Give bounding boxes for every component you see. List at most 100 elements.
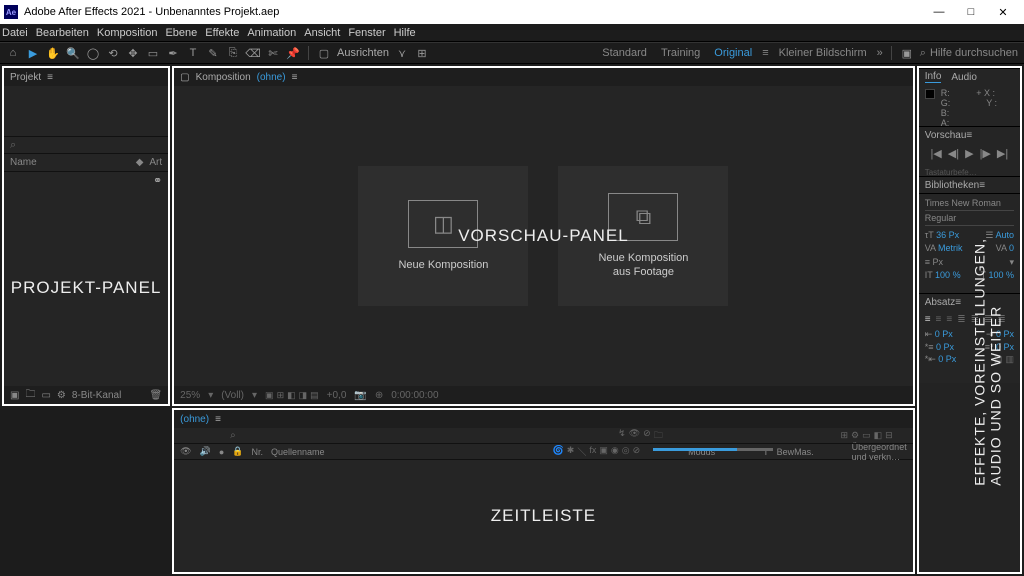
project-col-name[interactable]: Name: [10, 157, 37, 168]
first-frame-icon[interactable]: |◀: [930, 147, 941, 160]
indent-left[interactable]: 0 Px: [935, 329, 953, 339]
text-tool-icon[interactable]: T: [186, 46, 200, 60]
zoom-value[interactable]: 25%: [180, 390, 200, 401]
align-center-icon[interactable]: ≡: [936, 314, 942, 325]
col-bewmas[interactable]: BewMas.: [777, 447, 814, 457]
timeline-tab[interactable]: (ohne): [180, 414, 209, 425]
tool-bar: ⌂ ▶ ✋ 🔍 ◯ ⟲ ✥ ▭ ✒ T ✎ ⎘ ⌫ ✄ 📌 ▢ Ausricht…: [0, 42, 1024, 64]
rotate-tool-icon[interactable]: ⟲: [106, 46, 120, 60]
close-button[interactable]: ✕: [992, 6, 1014, 19]
orbit-tool-icon[interactable]: ◯: [86, 46, 100, 60]
audio-tab[interactable]: Audio: [951, 72, 977, 83]
font-size[interactable]: 36 Px: [936, 230, 959, 240]
play-icon[interactable]: ▶: [965, 147, 973, 160]
snap-pixel-icon[interactable]: ⊞: [415, 46, 429, 60]
project-overlay-label: PROJEKT-PANEL: [11, 278, 162, 298]
menu-datei[interactable]: Datei: [2, 27, 28, 39]
timeline-overlay-label: ZEITLEISTE: [491, 506, 596, 526]
next-frame-icon[interactable]: |▶: [980, 147, 991, 160]
space-before[interactable]: 0 Px: [936, 342, 954, 352]
workspace-kleiner[interactable]: Kleiner Bildschirm: [775, 47, 871, 59]
vscale[interactable]: 100 %: [935, 270, 961, 280]
menu-hilfe[interactable]: Hilfe: [394, 27, 416, 39]
search-icon: ⌕: [920, 47, 926, 60]
menu-ansicht[interactable]: Ansicht: [304, 27, 340, 39]
minimize-button[interactable]: —: [928, 6, 950, 19]
comp-tab[interactable]: Komposition: [196, 72, 251, 83]
stroke-px[interactable]: Px: [932, 257, 943, 267]
timeline-search-icon[interactable]: ⌕: [230, 430, 236, 441]
project-search-icon[interactable]: ⌕: [10, 139, 16, 152]
project-panel: Projekt ≡ ⌕ Name ◆Art ⚭ PROJEKT-PANEL ▣ …: [2, 66, 170, 406]
home-icon[interactable]: ⌂: [6, 46, 20, 60]
align-label[interactable]: Ausrichten: [337, 47, 389, 59]
col-parent[interactable]: Übergeordnet und verkn…: [852, 442, 907, 462]
font-weight[interactable]: Regular: [925, 213, 957, 223]
time-value[interactable]: 0:00:00:00: [391, 390, 438, 401]
snap-icon[interactable]: ▢: [317, 46, 331, 60]
paragraph-tab[interactable]: Absatz: [925, 297, 956, 308]
info-tab[interactable]: Info: [925, 71, 942, 83]
trash-icon[interactable]: 🗑: [149, 390, 162, 401]
panel-group-icon[interactable]: ▣: [900, 46, 914, 60]
new-comp-icon: ◫: [433, 211, 454, 237]
menu-ebene[interactable]: Ebene: [165, 27, 197, 39]
col-source[interactable]: Quellenname: [271, 447, 325, 457]
menu-effekte[interactable]: Effekte: [205, 27, 239, 39]
tracking[interactable]: 0: [1009, 243, 1014, 253]
exposure-value[interactable]: +0,0: [327, 390, 347, 401]
last-frame-icon[interactable]: ▶|: [997, 147, 1008, 160]
workspace-standard[interactable]: Standard: [598, 47, 651, 59]
menu-bearbeiten[interactable]: Bearbeiten: [36, 27, 89, 39]
hand-tool-icon[interactable]: ✋: [46, 46, 60, 60]
selection-tool-icon[interactable]: ▶: [26, 46, 40, 60]
settings-icon[interactable]: ⚙: [57, 390, 66, 401]
bitdepth-label[interactable]: 8-Bit-Kanal: [72, 390, 121, 401]
composition-panel: ▢ Komposition (ohne) ≡ ◫ Neue Kompositio…: [172, 66, 915, 406]
justify-left-icon[interactable]: ≣: [957, 314, 965, 325]
libraries-tab[interactable]: Bibliotheken: [925, 180, 979, 191]
anchor-tool-icon[interactable]: ✥: [126, 46, 140, 60]
menu-komposition[interactable]: Komposition: [97, 27, 158, 39]
prev-frame-icon[interactable]: ◀|: [948, 147, 959, 160]
color-swatch: [925, 89, 935, 99]
preview-tab[interactable]: Vorschau: [925, 130, 967, 141]
folder-icon[interactable]: 🗀: [25, 387, 35, 404]
workspace-original[interactable]: Original: [710, 47, 756, 59]
menu-fenster[interactable]: Fenster: [348, 27, 385, 39]
help-search-input[interactable]: Hilfe durchsuchen: [930, 47, 1018, 59]
comp-none: (ohne): [257, 72, 286, 83]
font-family[interactable]: Times New Roman: [925, 198, 1001, 208]
snapshot-icon[interactable]: 📷: [354, 390, 366, 401]
res-value[interactable]: (Voll): [221, 390, 244, 401]
pen-tool-icon[interactable]: ✒: [166, 46, 180, 60]
roto-tool-icon[interactable]: ✄: [266, 46, 280, 60]
brush-tool-icon[interactable]: ✎: [206, 46, 220, 60]
clone-tool-icon[interactable]: ⎘: [226, 46, 240, 60]
shape-tool-icon[interactable]: ▭: [146, 46, 160, 60]
col-nr[interactable]: Nr.: [251, 447, 263, 457]
menu-animation[interactable]: Animation: [247, 27, 296, 39]
project-tab[interactable]: Projekt: [10, 72, 41, 83]
eraser-tool-icon[interactable]: ⌫: [246, 46, 260, 60]
puppet-tool-icon[interactable]: 📌: [286, 46, 300, 60]
timeline-panel: (ohne) ≡ ⌕ ⊞⚙▭◧⊟ ↯👁⊘🗀 👁🔊●🔒 Nr. Quellenna…: [172, 408, 915, 574]
app-logo-icon: Ae: [4, 5, 18, 19]
align-left-icon[interactable]: ≡: [925, 314, 931, 325]
right-overlay-label: EFFEKTE, VOREINSTELLUNGEN,AUDIO UND SO W…: [972, 238, 1004, 486]
maximize-button[interactable]: □: [960, 6, 982, 19]
comp-overlay-label: VORSCHAU-PANEL: [458, 226, 629, 246]
snap-chevron-icon[interactable]: ⋎: [395, 46, 409, 60]
project-col-type[interactable]: Art: [149, 157, 162, 168]
kerning[interactable]: Metrik: [938, 243, 963, 253]
interpret-icon[interactable]: ▣: [10, 390, 19, 401]
comp-icon[interactable]: ▭: [41, 390, 50, 401]
align-right-icon[interactable]: ≡: [946, 314, 952, 325]
right-panel-group: Info Audio R:G:B:A: + X : Y : Vorschau ≡: [917, 66, 1022, 574]
workspace-training[interactable]: Training: [657, 47, 704, 59]
zoom-tool-icon[interactable]: 🔍: [66, 46, 80, 60]
flow-icon[interactable]: ⚭: [153, 174, 162, 187]
menu-bar: Datei Bearbeiten Komposition Ebene Effek…: [0, 24, 1024, 42]
first-indent[interactable]: 0 Px: [938, 354, 956, 364]
window-titlebar: Ae Adobe After Effects 2021 - Unbenannte…: [0, 0, 1024, 24]
